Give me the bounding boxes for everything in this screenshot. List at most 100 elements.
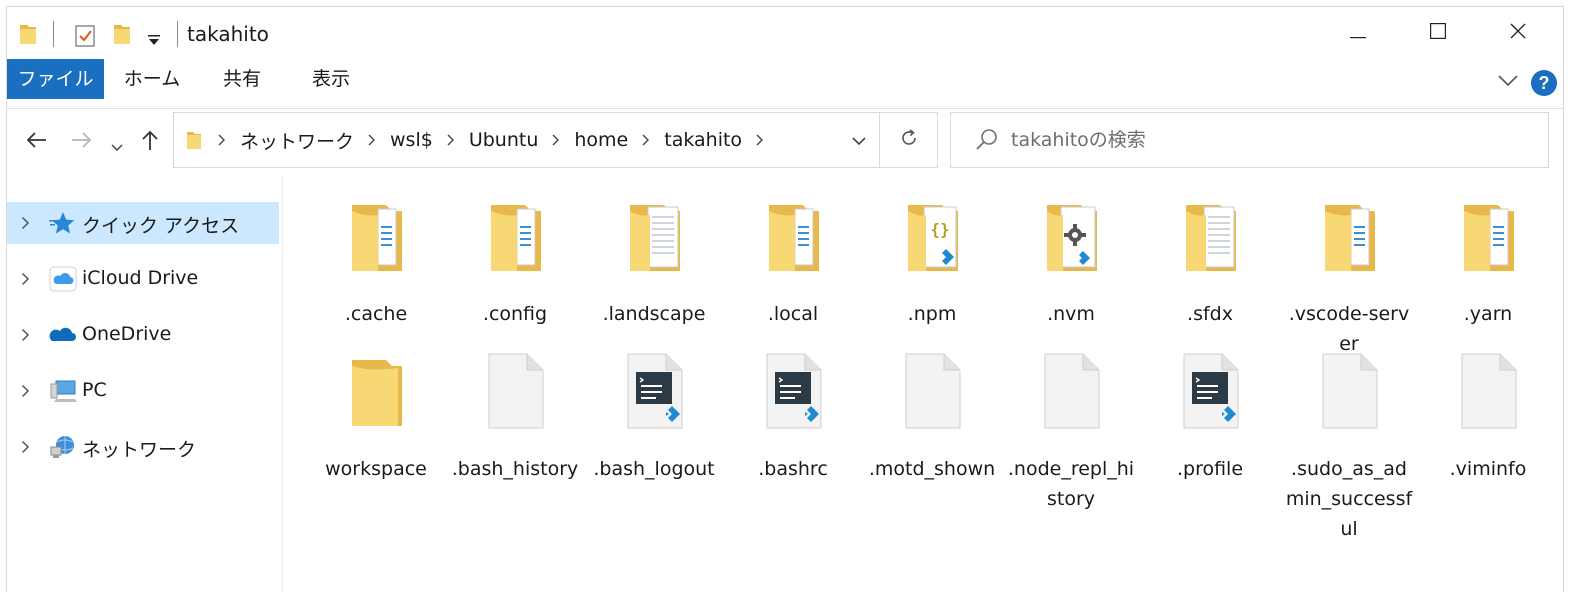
address-bar[interactable]: ネットワーク wsl$ Ubuntu home takahito xyxy=(173,112,938,168)
refresh-button[interactable] xyxy=(880,113,938,167)
breadcrumb-ubuntu[interactable]: Ubuntu xyxy=(465,129,543,151)
file-item-motd-shown[interactable]: .motd_shown xyxy=(868,352,996,532)
blank-file-icon xyxy=(1043,352,1101,430)
sidebar-item-onedrive[interactable]: OneDrive xyxy=(7,314,279,356)
file-item-nvm[interactable]: .nvm xyxy=(1007,197,1135,347)
file-item-sfdx[interactable]: .sfdx xyxy=(1146,197,1274,347)
quick-access-separator xyxy=(53,21,54,47)
breadcrumb: ネットワーク wsl$ Ubuntu home takahito xyxy=(174,113,774,167)
help-button[interactable]: ? xyxy=(1531,70,1557,96)
file-item-config[interactable]: .config xyxy=(451,197,579,347)
recent-locations-chevron-icon[interactable] xyxy=(111,137,123,156)
sidebar-item-network[interactable]: ネットワーク xyxy=(7,426,279,468)
file-item-npm[interactable]: {} .npm xyxy=(868,197,996,347)
search-box[interactable] xyxy=(950,112,1549,168)
sidebar-item-pc[interactable]: PC xyxy=(7,370,279,412)
tab-home[interactable]: ホーム xyxy=(117,59,187,99)
folder-with-files-icon xyxy=(765,197,823,275)
blank-file-icon xyxy=(487,352,545,430)
expand-chevron-icon[interactable] xyxy=(21,383,30,402)
file-item-workspace[interactable]: workspace xyxy=(312,352,440,532)
minimize-button[interactable] xyxy=(1318,7,1398,59)
file-name: .nvm xyxy=(1047,303,1095,325)
file-name: .sudo_as_admin_successful xyxy=(1285,458,1413,540)
blank-file-icon xyxy=(904,352,962,430)
file-list: .cache .config .landscape .local {} .npm xyxy=(284,175,1563,592)
file-item-viminfo[interactable]: .viminfo xyxy=(1424,352,1552,532)
ribbon: ファイル ホーム 共有 表示 ? xyxy=(7,59,1563,109)
file-item-bash-history[interactable]: .bash_history xyxy=(451,352,579,532)
close-button[interactable] xyxy=(1478,7,1558,59)
forward-arrow-icon[interactable] xyxy=(71,131,93,153)
tab-view[interactable]: 表示 xyxy=(299,59,363,99)
file-name: .bashrc xyxy=(758,458,828,480)
expand-chevron-icon[interactable] xyxy=(21,439,30,458)
maximize-button[interactable] xyxy=(1398,7,1478,59)
folder-settings-icon xyxy=(1043,197,1101,275)
breadcrumb-chevron-icon[interactable] xyxy=(437,134,465,146)
expand-ribbon-chevron-icon[interactable] xyxy=(1497,73,1519,92)
quick-access-dropdown-icon[interactable] xyxy=(147,31,161,50)
file-name: .cache xyxy=(344,303,408,325)
svg-text:{}: {} xyxy=(930,220,949,239)
file-name: .landscape xyxy=(602,303,706,325)
up-arrow-icon[interactable] xyxy=(141,129,159,155)
maximize-icon xyxy=(1430,23,1447,43)
pc-icon xyxy=(49,378,77,404)
vscode-shell-file-icon xyxy=(765,352,823,430)
file-item-yarn[interactable]: .yarn xyxy=(1424,197,1552,347)
file-name: workspace xyxy=(325,458,427,480)
close-icon xyxy=(1510,23,1526,43)
properties-checkmark-icon[interactable] xyxy=(75,25,95,51)
expand-chevron-icon[interactable] xyxy=(21,327,30,346)
file-item-profile[interactable]: .profile xyxy=(1146,352,1274,532)
file-item-vscode-server[interactable]: .vscode-server xyxy=(1285,197,1413,355)
file-name: .bash_logout xyxy=(593,458,715,480)
file-item-bashrc[interactable]: .bashrc xyxy=(729,352,857,532)
chevron-down-icon xyxy=(852,131,866,150)
breadcrumb-home[interactable]: home xyxy=(570,129,632,151)
file-explorer-window: takahito ファイル ホーム 共有 表示 ? ネットワーク wsl$ Ub… xyxy=(6,6,1564,592)
file-item-sudo-as-admin-successful[interactable]: .sudo_as_admin_successful xyxy=(1285,352,1413,540)
file-name: .vscode-server xyxy=(1288,303,1410,355)
file-item-bash-logout[interactable]: .bash_logout xyxy=(590,352,718,532)
file-item-landscape[interactable]: .landscape xyxy=(590,197,718,347)
breadcrumb-chevron-icon[interactable] xyxy=(358,134,386,146)
sidebar-item-icloud-drive[interactable]: iCloud Drive xyxy=(7,258,279,300)
address-history-dropdown[interactable] xyxy=(840,113,878,167)
star-icon xyxy=(49,210,77,236)
navigation-pane: クイック アクセス iCloud Drive OneDrive PC ネットワー… xyxy=(7,175,283,592)
search-input[interactable] xyxy=(1011,123,1531,157)
folder-empty-icon xyxy=(348,352,406,430)
folder-with-document-icon xyxy=(626,197,684,275)
breadcrumb-wsl[interactable]: wsl$ xyxy=(386,129,437,151)
tab-share[interactable]: 共有 xyxy=(211,59,273,99)
file-item-node-repl-history[interactable]: .node_repl_history xyxy=(1007,352,1135,532)
expand-chevron-icon[interactable] xyxy=(21,215,30,234)
breadcrumb-chevron-icon[interactable] xyxy=(542,134,570,146)
sidebar-item-quick-access[interactable]: クイック アクセス xyxy=(7,202,279,244)
file-name: .npm xyxy=(907,303,957,325)
breadcrumb-chevron-icon[interactable] xyxy=(208,134,236,146)
breadcrumb-chevron-icon[interactable] xyxy=(746,134,774,146)
network-icon xyxy=(49,434,77,460)
blank-file-icon xyxy=(1460,352,1518,430)
breadcrumb-network[interactable]: ネットワーク xyxy=(236,127,358,154)
breadcrumb-chevron-icon[interactable] xyxy=(632,134,660,146)
tab-file[interactable]: ファイル xyxy=(7,59,104,99)
sidebar-item-label: PC xyxy=(82,379,107,401)
file-item-cache[interactable]: .cache xyxy=(312,197,440,347)
title-bar: takahito xyxy=(7,7,1563,59)
address-folder-icon xyxy=(180,130,208,150)
sidebar-item-label: クイック アクセス xyxy=(82,215,240,237)
window-title: takahito xyxy=(187,22,269,46)
file-name: .config xyxy=(482,303,548,325)
breadcrumb-takahito[interactable]: takahito xyxy=(660,129,746,151)
blank-file-icon xyxy=(1321,352,1379,430)
folder-with-files-icon xyxy=(1460,197,1518,275)
expand-chevron-icon[interactable] xyxy=(21,271,30,290)
folder-with-files-icon xyxy=(1321,197,1379,275)
file-item-local[interactable]: .local xyxy=(729,197,857,347)
back-arrow-icon[interactable] xyxy=(25,131,47,153)
new-folder-icon[interactable] xyxy=(113,23,131,49)
